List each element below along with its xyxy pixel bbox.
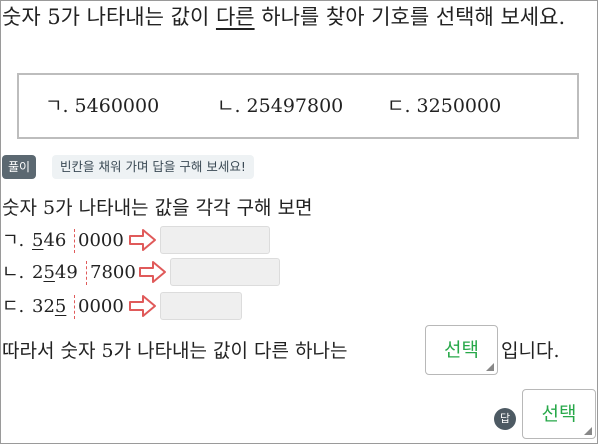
solution-tag: 풀이 (2, 155, 37, 179)
answer-blank-a[interactable] (160, 226, 270, 254)
solution-row-a: ㄱ. 546 0000 (2, 226, 282, 256)
arrow-right-outline-icon (129, 229, 156, 251)
arrow-right-outline-icon (129, 295, 156, 317)
row-label: ㄱ. (2, 230, 25, 251)
answer-blank-c[interactable] (160, 292, 242, 320)
answer-blank-b[interactable] (170, 258, 280, 286)
conclusion-line: 따라서 숫자 5가 나타내는 값이 다른 하나는 (2, 337, 348, 365)
choice-a: ㄱ. 5460000 (45, 95, 160, 117)
conclusion-text-before: 따라서 숫자 5가 나타내는 값이 다른 하나는 (2, 340, 348, 362)
conclusion-select-value: 선택 (444, 339, 479, 361)
question-text: 숫자 5가 나타내는 값이 다른 하나를 찾아 기호를 선택해 보세요. (2, 2, 594, 32)
row-number-head: 325 (32, 296, 67, 317)
dropdown-corner-icon (584, 427, 592, 435)
solution-row-b: ㄴ. 2549 7800 (2, 258, 292, 288)
choice-b: ㄴ. 25497800 (217, 95, 344, 117)
conclusion-select[interactable]: 선택 (425, 325, 498, 375)
answer-select-value: 선택 (541, 403, 577, 425)
hint-text: 빈칸을 채워 가며 답을 구해 보세요! (52, 155, 254, 179)
row-number-tail: 0000 (78, 296, 124, 317)
row-number-tail: 7800 (90, 262, 136, 283)
question-text-part2: 하나를 찾아 기호를 선택해 보세요. (254, 5, 566, 29)
choice-c: ㄷ. 3250000 (387, 95, 502, 117)
conclusion-text-after: 입니다. (501, 340, 560, 362)
row-label: ㄷ. (2, 296, 25, 317)
place-divider (74, 229, 75, 253)
answer-select[interactable]: 선택 (522, 389, 596, 439)
row-number-tail: 0000 (78, 230, 124, 251)
solution-intro: 숫자 5가 나타내는 값을 각각 구해 보면 (2, 197, 313, 219)
choices-box: ㄱ. 5460000 ㄴ. 25497800 ㄷ. 3250000 (17, 73, 579, 139)
answer-badge: 답 (494, 408, 516, 430)
place-divider (74, 295, 75, 319)
row-number-head: 2549 (32, 262, 78, 283)
question-text-part1: 숫자 5가 나타내는 값이 (2, 5, 216, 29)
row-label: ㄴ. (2, 262, 25, 283)
problem-frame (0, 0, 598, 444)
solution-row-c: ㄷ. 325 0000 (2, 292, 282, 322)
dropdown-corner-icon (486, 363, 494, 371)
place-divider (86, 261, 87, 285)
question-underlined-word: 다른 (215, 5, 255, 29)
row-number-head: 546 (32, 230, 67, 251)
arrow-right-outline-icon (139, 261, 166, 283)
